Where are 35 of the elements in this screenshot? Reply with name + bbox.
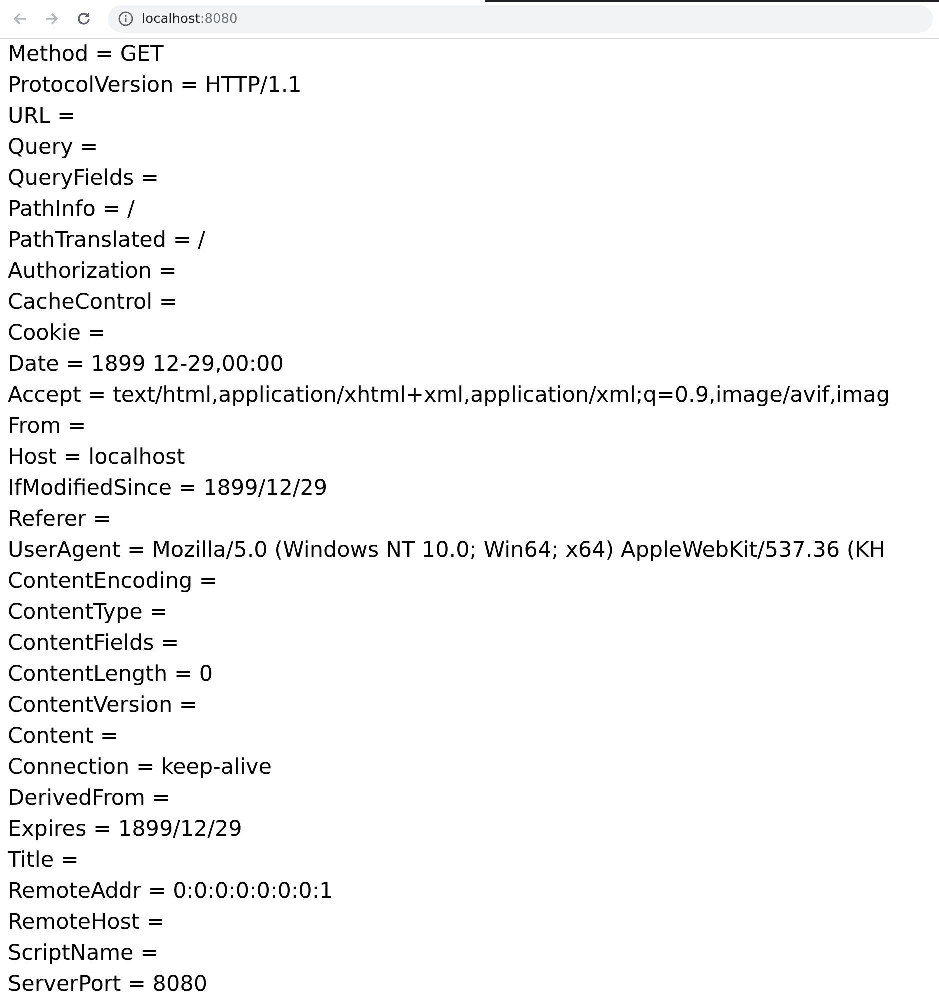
header-line: Authorization = xyxy=(8,258,177,286)
header-line: Method = GET xyxy=(8,41,164,69)
header-line: ProtocolVersion = HTTP/1.1 xyxy=(8,72,302,100)
header-line: ContentType = xyxy=(8,599,168,627)
header-line: Referer = xyxy=(8,506,112,534)
info-icon[interactable] xyxy=(118,11,134,27)
header-line: Content = xyxy=(8,723,118,751)
address-bar[interactable]: localhost:8080 xyxy=(108,5,933,33)
header-line: ContentEncoding = xyxy=(8,568,218,596)
header-line: Connection = keep-alive xyxy=(8,754,272,782)
header-line: From = xyxy=(8,413,86,441)
header-line: RemoteAddr = 0:0:0:0:0:0:0:1 xyxy=(8,878,334,906)
header-line: UserAgent = Mozilla/5.0 (Windows NT 10.0; Win64; x64) AppleWebKit/537.36 (KH xyxy=(8,537,886,565)
url-text: localhost:8080 xyxy=(142,12,238,26)
header-line: Host = localhost xyxy=(8,444,186,472)
header-line: ContentLength = 0 xyxy=(8,661,214,689)
header-line: DerivedFrom = xyxy=(8,785,170,813)
header-line: Date = 1899 12-29,00:00 xyxy=(8,351,284,379)
header-line: Expires = 1899/12/29 xyxy=(8,816,242,844)
header-line: URL = xyxy=(8,103,76,131)
header-line: Accept = text/html,application/xhtml+xml,application/xml;q=0.9,image/avif,imag xyxy=(8,382,890,410)
header-line: ScriptName = xyxy=(8,940,159,968)
header-line: Title = xyxy=(8,847,79,875)
header-line: Cookie = xyxy=(8,320,106,348)
header-line: ServerPort = 8080 xyxy=(8,971,208,999)
header-line: IfModifiedSince = 1899/12/29 xyxy=(8,475,328,503)
header-line: QueryFields = xyxy=(8,165,160,193)
header-line: ContentVersion = xyxy=(8,692,198,720)
header-line: CacheControl = xyxy=(8,289,178,317)
header-line: ContentFields = xyxy=(8,630,180,658)
header-line: Query = xyxy=(8,134,98,162)
header-line: PathTranslated = / xyxy=(8,227,206,255)
header-line: PathInfo = / xyxy=(8,196,135,224)
header-line: RemoteHost = xyxy=(8,909,165,937)
reload-icon xyxy=(75,10,93,28)
